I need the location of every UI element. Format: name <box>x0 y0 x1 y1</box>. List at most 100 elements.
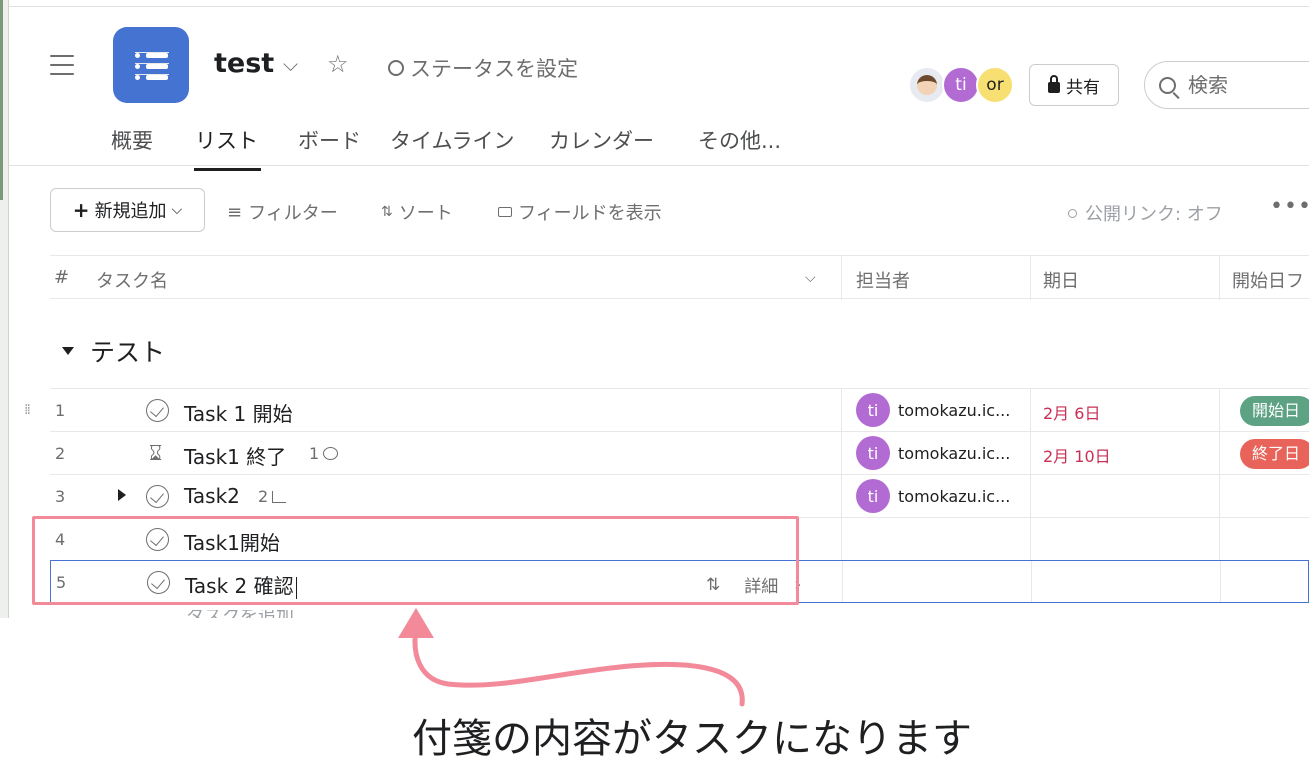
section-name: テスト <box>90 338 166 367</box>
col-task-name[interactable]: タスク名 <box>96 267 168 293</box>
details-button[interactable]: 詳細 <box>744 572 778 597</box>
comment-icon <box>323 447 339 460</box>
task-name[interactable]: Task 1 開始 <box>184 398 293 427</box>
project-list-icon <box>113 27 189 103</box>
filter-button[interactable]: ≡ フィルター <box>227 199 338 225</box>
col-due-date[interactable]: 期日 <box>1043 267 1079 293</box>
avatar-or[interactable]: or <box>976 66 1014 104</box>
row-number: 3 <box>55 487 66 506</box>
drag-handle-icon[interactable]: ⁞⁞ <box>24 402 31 418</box>
assignee-cell[interactable]: ti tomokazu.ic... <box>856 393 1010 427</box>
search-icon <box>1159 76 1176 94</box>
section-header[interactable]: テスト <box>62 333 165 369</box>
assignee-avatar: ti <box>856 436 890 470</box>
link-status-icon <box>1068 208 1077 218</box>
collapse-triangle-icon[interactable] <box>62 347 74 355</box>
share-label: 共有 <box>1066 77 1100 98</box>
member-avatars[interactable]: ti or <box>908 66 1018 106</box>
tab-overview[interactable]: 概要 <box>111 125 153 155</box>
avatar-ti[interactable]: ti <box>942 66 980 104</box>
annotation-arrow <box>398 608 745 707</box>
subtask-count[interactable]: 2 <box>258 487 287 506</box>
avatar-photo[interactable] <box>908 66 946 104</box>
list-toolbar: + 新規追加 ⌵ ≡ フィルター ⇅ ソート フィールドを表示 公開リンク: オ… <box>0 188 1309 232</box>
project-tabs: 概要 リスト ボード タイムライン カレンダー その他... <box>0 120 1309 171</box>
row-number: 4 <box>55 530 66 549</box>
fields-icon <box>498 207 512 217</box>
sort-label: ソート <box>398 203 453 224</box>
row-number: 2 <box>55 444 66 463</box>
col-hash: # <box>54 267 70 288</box>
filter-label: フィルター <box>248 203 338 224</box>
col-assignee[interactable]: 担当者 <box>856 267 910 293</box>
tab-more[interactable]: その他... <box>698 125 781 155</box>
tab-timeline[interactable]: タイムライン <box>390 125 515 155</box>
chevron-down-icon: ⌵ <box>171 202 183 218</box>
active-tab-indicator <box>194 168 261 171</box>
tab-list[interactable]: リスト <box>195 125 258 155</box>
due-date[interactable]: 2月 10日 <box>1043 443 1111 467</box>
asana-window: test ⌵ ☆ ステータスを設定 ti or 共有 概要 リスト ボード タイ… <box>0 0 1309 618</box>
task-name[interactable]: Task1 終了 <box>184 441 286 470</box>
table-row-selected[interactable]: 5 Task 2 確認 ⇅ 詳細 › <box>50 560 1309 603</box>
star-icon[interactable]: ☆ <box>327 50 349 78</box>
add-new-button[interactable]: + 新規追加 ⌵ <box>50 188 205 232</box>
tab-board[interactable]: ボード <box>298 125 361 155</box>
chevron-right-icon[interactable]: › <box>794 575 801 595</box>
more-options-icon[interactable]: ••• <box>1270 194 1309 219</box>
share-button[interactable]: 共有 <box>1029 64 1119 106</box>
public-link-button[interactable]: 公開リンク: オフ <box>1068 200 1223 226</box>
complete-check-icon[interactable] <box>147 571 170 594</box>
start-tag[interactable]: 開始日 <box>1240 396 1309 426</box>
plus-icon: + <box>72 198 90 222</box>
add-new-label: 新規追加 <box>94 201 167 222</box>
filter-icon: ≡ <box>227 201 243 223</box>
move-arrows-icon[interactable]: ⇅ <box>706 575 720 595</box>
search-box[interactable] <box>1144 61 1309 109</box>
hourglass-icon[interactable]: ⌛︎ <box>149 441 162 466</box>
assignee-avatar: ti <box>856 393 890 427</box>
task-name-editing[interactable]: Task 2 確認 <box>185 570 298 599</box>
assignee-avatar: ti <box>856 479 890 513</box>
add-task-row[interactable]: タスクを追加... <box>186 610 311 618</box>
chevron-down-icon[interactable]: ⌵ <box>283 52 298 76</box>
status-circle-icon <box>388 60 404 76</box>
task-name[interactable]: Task2 <box>184 484 240 508</box>
table-row[interactable]: 3 Task2 2 ti tomokazu.ic... <box>50 474 1309 517</box>
subtask-icon <box>272 490 287 503</box>
task-name[interactable]: Task1開始 <box>184 527 280 556</box>
assignee-cell[interactable]: ti tomokazu.ic... <box>856 479 1010 513</box>
due-date[interactable]: 2月 6日 <box>1043 400 1100 424</box>
status-label: ステータスを設定 <box>410 57 578 81</box>
lock-icon <box>1048 74 1060 93</box>
tab-calendar[interactable]: カレンダー <box>549 125 654 155</box>
task-name-text: Task 2 確認 <box>185 574 294 598</box>
comment-count[interactable]: 1 <box>309 444 339 463</box>
project-title[interactable]: test <box>214 48 274 79</box>
complete-check-icon[interactable] <box>146 399 169 422</box>
row-number: 1 <box>55 401 66 420</box>
end-tag[interactable]: 終了日 <box>1240 439 1309 469</box>
search-input[interactable] <box>1188 73 1288 97</box>
public-link-label: 公開リンク: オフ <box>1085 204 1223 225</box>
complete-check-icon[interactable] <box>146 485 169 508</box>
annotation-caption: 付箋の内容がタスクになります <box>412 716 972 762</box>
assignee-name: tomokazu.ic... <box>898 400 1011 420</box>
table-row[interactable]: 4 Task1開始 <box>50 517 1309 560</box>
complete-check-icon[interactable] <box>146 528 169 551</box>
chevron-down-icon[interactable]: ⌵ <box>805 270 816 286</box>
sort-button[interactable]: ⇅ ソート <box>381 199 453 225</box>
row-number: 5 <box>56 573 67 592</box>
assignee-cell[interactable]: ti tomokazu.ic... <box>856 436 1010 470</box>
expand-subtasks-icon[interactable] <box>118 489 126 501</box>
table-row[interactable]: 1 Task 1 開始 ti tomokazu.ic... 2月 6日 開始日 <box>50 388 1309 431</box>
assignee-name: tomokazu.ic... <box>898 486 1011 506</box>
assignee-name: tomokazu.ic... <box>898 443 1011 463</box>
col-start-field[interactable]: 開始日フ <box>1232 267 1304 293</box>
table-row[interactable]: 2 ⌛︎ Task1 終了 1 ti tomokazu.ic... 2月 10日… <box>50 431 1309 474</box>
column-header-row: # タスク名 ⌵ 担当者 期日 開始日フ <box>50 255 1309 300</box>
set-status-button[interactable]: ステータスを設定 <box>388 53 578 83</box>
menu-icon[interactable] <box>50 55 74 77</box>
show-fields-button[interactable]: フィールドを表示 <box>498 199 662 225</box>
subtask-count-value: 2 <box>258 487 269 506</box>
